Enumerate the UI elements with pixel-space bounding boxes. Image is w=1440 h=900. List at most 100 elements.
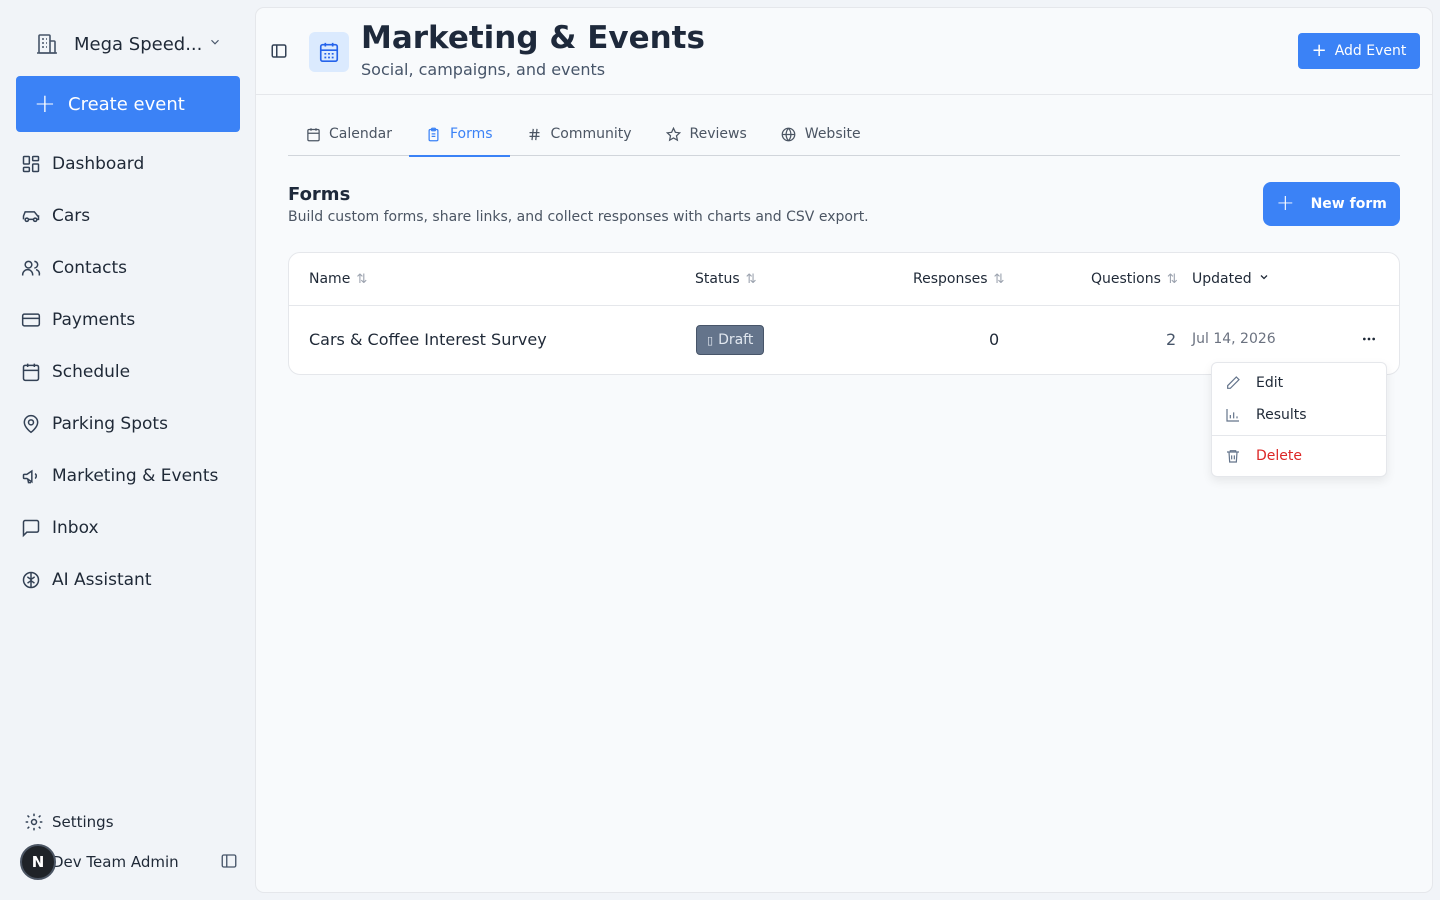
ellipsis-icon [1363, 337, 1375, 341]
section-title: Forms [288, 184, 351, 205]
questions-count: 2 [1166, 330, 1177, 349]
column-header-status[interactable]: Status ⇅ [695, 271, 757, 287]
tab-label: Calendar [329, 126, 392, 142]
sidebar-item-label: Schedule [52, 362, 131, 382]
calendar-icon [309, 32, 349, 72]
new-form-label: New form [1310, 196, 1387, 212]
sidebar: Mega Speed... + Create event Dashboard C… [0, 0, 256, 900]
column-header-questions[interactable]: Questions ⇅ [1091, 271, 1178, 287]
tab-label: Website [804, 126, 861, 142]
org-switcher[interactable]: Mega Speed... [16, 24, 240, 64]
globe-icon [781, 126, 797, 142]
menu-item-edit[interactable]: Edit [1212, 367, 1386, 399]
sidebar-item-dashboard[interactable]: Dashboard [16, 138, 240, 190]
tab-community[interactable]: Community [510, 112, 649, 156]
star-icon [666, 126, 682, 142]
settings-label: Settings [52, 813, 114, 831]
column-header-responses[interactable]: Responses ⇅ [913, 271, 1004, 287]
page-title: Marketing & Events [361, 20, 705, 56]
sidebar-item-schedule[interactable]: Schedule [16, 346, 240, 398]
menu-item-label: Edit [1256, 375, 1284, 391]
tab-label: Reviews [689, 126, 747, 142]
tab-website[interactable]: Website [764, 112, 878, 156]
sidebar-item-payments[interactable]: Payments [16, 294, 240, 346]
page-header: Marketing & Events Social, campaigns, an… [256, 8, 1432, 95]
more-actions-button[interactable] [1359, 329, 1379, 349]
responses-count: 0 [989, 330, 1000, 349]
menu-divider [1212, 435, 1386, 436]
panel-toggle-icon[interactable] [270, 42, 288, 60]
tab-calendar[interactable]: Calendar [288, 112, 409, 156]
sidebar-item-marketing-events[interactable]: Marketing & Events [16, 450, 240, 502]
sidebar-item-label: Marketing & Events [52, 466, 219, 486]
gear-icon [24, 812, 44, 832]
sidebar-item-cars[interactable]: Cars [16, 190, 240, 242]
user-menu[interactable]: N Dev Team Admin [20, 844, 244, 880]
sidebar-item-label: Payments [52, 310, 136, 330]
plus-icon: + [1276, 191, 1295, 216]
car-icon [20, 205, 42, 227]
calendar-icon [20, 361, 42, 383]
chevron-down-icon [208, 35, 222, 53]
add-event-label: Add Event [1334, 43, 1407, 59]
sidebar-item-label: Cars [52, 206, 91, 226]
menu-item-label: Results [1256, 407, 1307, 423]
building-icon [34, 31, 60, 57]
column-label: Updated [1192, 271, 1252, 287]
sort-icon: ⇅ [356, 271, 368, 287]
new-form-button[interactable]: + New form [1263, 182, 1400, 226]
table-header: Name ⇅ Status ⇅ Responses ⇅ Questions ⇅ Upda… [289, 253, 1399, 306]
column-header-name[interactable]: Name ⇅ [309, 271, 367, 287]
tab-label: Community [550, 126, 632, 142]
user-name: Dev Team Admin [52, 853, 179, 871]
org-name: Mega Speed... [74, 33, 203, 55]
add-event-button[interactable]: + Add Event [1298, 33, 1420, 69]
sidebar-item-label: Parking Spots [52, 414, 168, 434]
sidebar-item-label: Inbox [52, 518, 99, 538]
dashboard-icon [20, 153, 42, 175]
credit-card-icon [20, 309, 42, 331]
map-pin-icon [20, 413, 42, 435]
tab-forms[interactable]: Forms [408, 112, 510, 157]
sidebar-item-parking-spots[interactable]: Parking Spots [16, 398, 240, 450]
hash-icon [527, 126, 543, 142]
sidebar-item-label: Dashboard [52, 154, 145, 174]
settings-link[interactable]: Settings [24, 812, 114, 832]
create-event-button[interactable]: + Create event [16, 76, 240, 132]
column-header-updated[interactable]: Updated [1192, 271, 1270, 287]
sort-icon: ⇅ [1166, 271, 1178, 287]
row-actions-menu: Edit Results Delete [1211, 362, 1387, 477]
sidebar-nav: Dashboard Cars Contacts Payments Schedul… [16, 138, 240, 606]
form-name[interactable]: Cars & Coffee Interest Survey [309, 330, 547, 349]
plus-icon: + [1311, 40, 1327, 61]
calendar-icon [305, 126, 321, 142]
sidebar-item-label: AI Assistant [52, 570, 152, 590]
trash-icon [1224, 447, 1242, 465]
forms-table: Name ⇅ Status ⇅ Responses ⇅ Questions ⇅ Upda… [288, 252, 1400, 375]
sidebar-item-label: Contacts [52, 258, 127, 278]
plus-icon: + [34, 89, 56, 119]
updated-date: Jul 14, 2026 [1192, 331, 1276, 347]
sidebar-item-contacts[interactable]: Contacts [16, 242, 240, 294]
megaphone-icon [20, 465, 42, 487]
sort-icon: ⇅ [993, 271, 1005, 287]
brain-icon [20, 569, 42, 591]
users-icon [20, 257, 42, 279]
menu-item-results[interactable]: Results [1212, 399, 1386, 431]
page-subtitle: Social, campaigns, and events [361, 60, 606, 79]
file-icon: ▯ [707, 333, 714, 347]
column-label: Name [309, 271, 351, 287]
sidebar-collapse-icon[interactable] [220, 852, 240, 872]
tab-reviews[interactable]: Reviews [649, 112, 764, 156]
column-label: Responses [913, 271, 988, 287]
column-label: Questions [1091, 271, 1161, 287]
tab-bar: Calendar Forms Community Reviews Website [288, 112, 1400, 157]
bar-chart-icon [1224, 406, 1242, 424]
avatar[interactable]: N [20, 844, 56, 880]
clipboard-icon [426, 126, 442, 142]
section-description: Build custom forms, share links, and col… [288, 209, 869, 225]
menu-item-delete[interactable]: Delete [1212, 440, 1386, 472]
sidebar-item-inbox[interactable]: Inbox [16, 502, 240, 554]
sort-icon: ⇅ [745, 271, 757, 287]
sidebar-item-ai-assistant[interactable]: AI Assistant [16, 554, 240, 606]
